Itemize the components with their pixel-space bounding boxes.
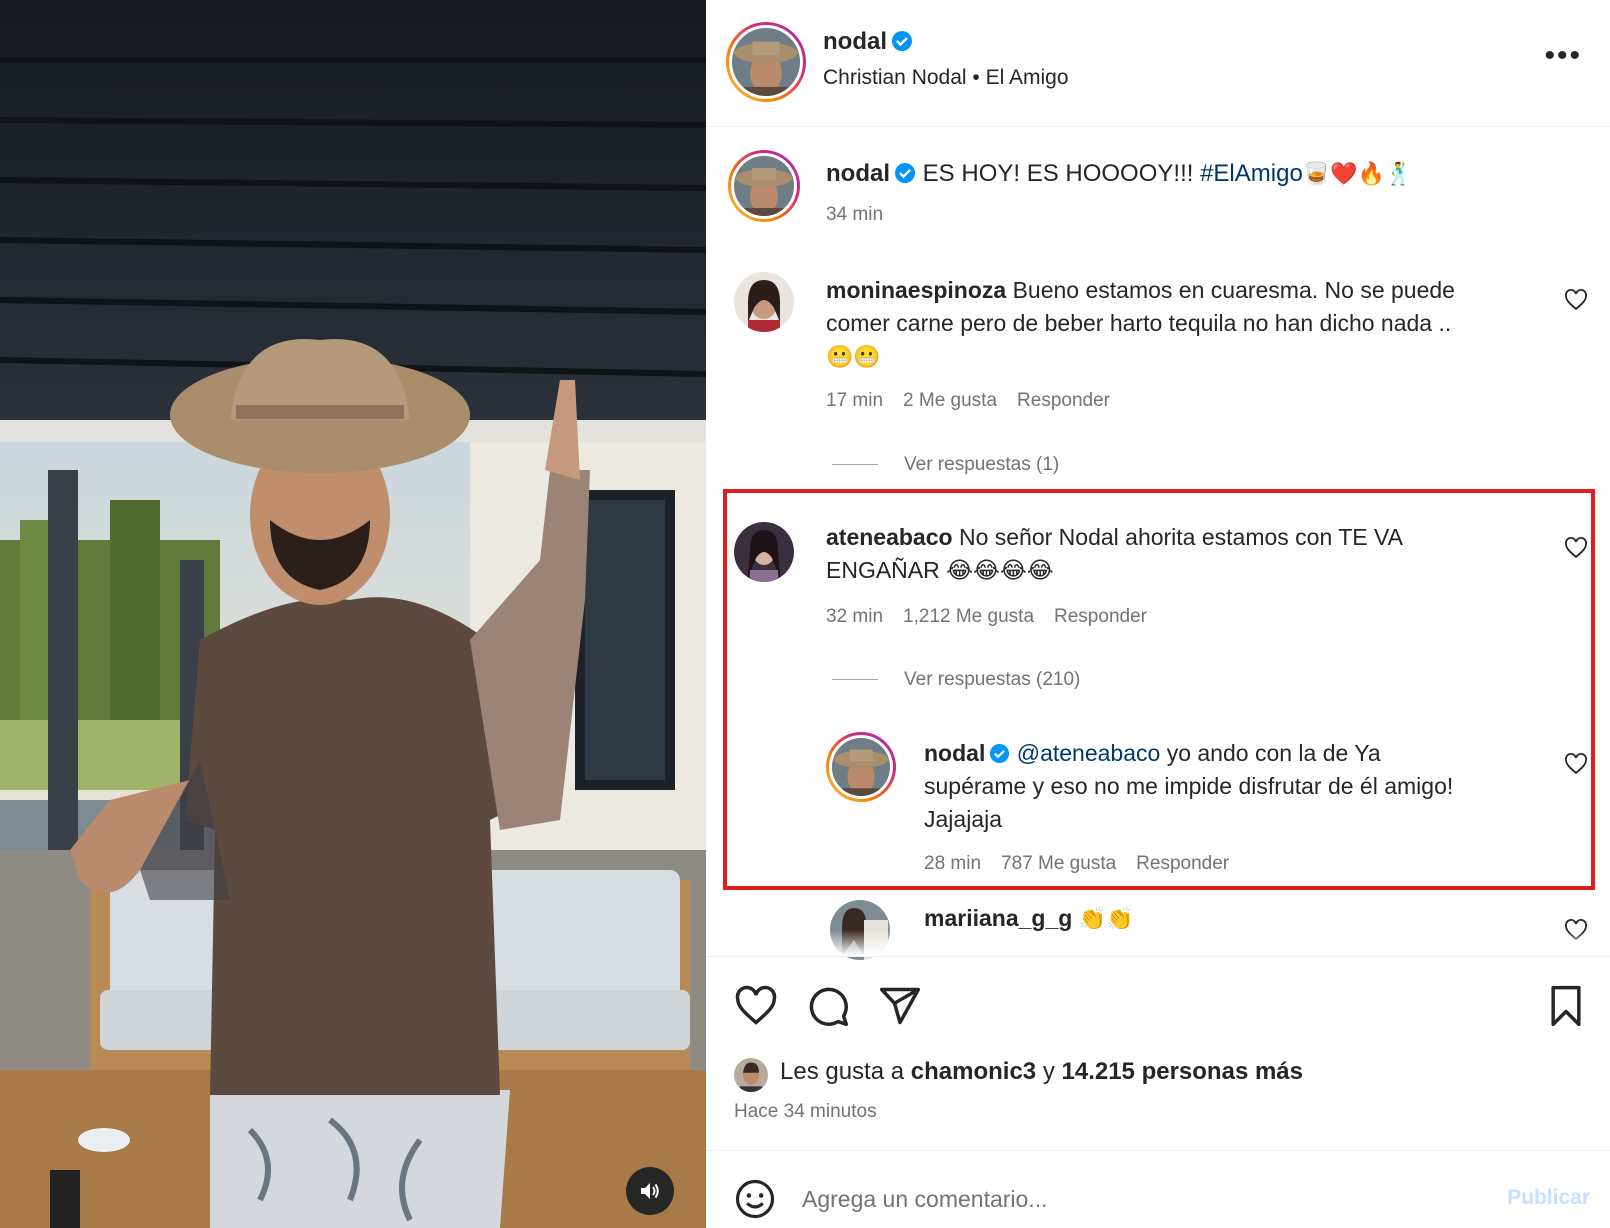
post-photo [0,0,706,1228]
heart-icon[interactable] [734,984,778,1028]
author-avatar[interactable] [726,22,806,102]
view-replies-button[interactable]: Ver respuestas (210) [832,669,1080,691]
comment-text: ateneabaco No señor Nodal ahorita estamo… [826,524,1403,583]
speaker-icon [641,1183,659,1199]
comment-like-icon[interactable] [1564,536,1588,560]
liker-avatar[interactable] [734,1058,768,1092]
post-detail-panel: nodal Christian Nodal • El Amigo ••• nod… [706,0,1610,1228]
more-options-icon[interactable]: ••• [1544,41,1582,71]
reply-button[interactable]: Responder [1017,390,1110,411]
verified-badge-icon [895,163,915,183]
comment-like-icon[interactable] [1564,288,1588,312]
share-icon[interactable] [878,984,922,1028]
comment-meta: 17 min 2 Me gusta Responder [826,390,1110,411]
reply-button[interactable]: Responder [1054,606,1147,627]
caption-avatar[interactable] [728,150,800,222]
reply-button[interactable]: Responder [1136,853,1229,874]
caption-time: 34 min [826,204,884,225]
comment-like-icon[interactable] [1564,752,1588,776]
likes-summary[interactable]: Les gusta a chamonic3 y 14.215 personas … [780,1058,1303,1086]
comment-username[interactable]: mariiana_g_g [924,905,1072,931]
comment-text: moninaespinoza Bueno estamos en cuaresma… [826,277,1455,370]
audio-info[interactable]: Christian Nodal • El Amigo [823,66,1069,90]
caption-text: nodal ES HOY! ES HOOOOY!!! #ElAmigo🥃❤️🔥🕺 [826,160,1413,187]
view-replies-button[interactable]: Ver respuestas (1) [832,454,1059,476]
comments-scroll-fade [706,930,1610,956]
header-divider [706,126,1610,127]
comment-username[interactable]: ateneabaco [826,524,953,550]
caption-username[interactable]: nodal [826,160,890,187]
verified-badge-icon [990,743,1010,764]
comment-input[interactable] [802,1180,1442,1218]
comment-icon[interactable] [806,984,850,1028]
composer-divider [706,1150,1610,1151]
hashtag-link[interactable]: #ElAmigo [1200,160,1303,187]
comment-username[interactable]: moninaespinoza [826,277,1006,303]
reply-meta: 28 min 787 Me gusta Responder [924,853,1230,874]
comment-likes-count[interactable]: 2 Me gusta [903,390,997,411]
reply-avatar[interactable] [826,732,896,802]
comments-divider [706,956,1610,957]
reply-text: nodal @ateneabaco yo ando con la de Ya s… [924,740,1454,832]
sound-toggle-button[interactable] [626,1167,674,1215]
reply-username[interactable]: nodal [924,740,985,766]
post-timestamp: Hace 34 minutos [734,1101,877,1122]
comment-likes-count[interactable]: 1,212 Me gusta [903,606,1034,627]
publish-button[interactable]: Publicar [1507,1186,1590,1210]
mention-link[interactable]: @ateneabaco [1017,740,1161,766]
verified-badge-icon [892,31,912,51]
comment-likes-count[interactable]: 787 Me gusta [1001,853,1116,874]
author-username[interactable]: nodal [823,28,913,56]
commenter-avatar[interactable] [734,272,794,332]
post-media[interactable] [0,0,706,1228]
bookmark-icon[interactable] [1544,984,1588,1028]
commenter-avatar[interactable] [734,522,794,582]
comment-meta: 32 min 1,212 Me gusta Responder [826,606,1147,627]
emoji-icon[interactable] [734,1178,776,1220]
